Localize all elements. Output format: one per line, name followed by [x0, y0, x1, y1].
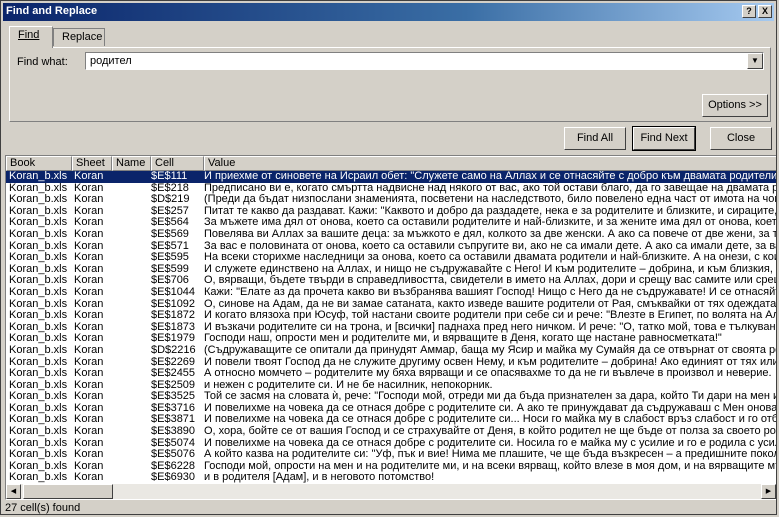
row-cell: $E$2455	[151, 367, 196, 380]
results-header: Book Sheet Name Cell Value	[6, 156, 776, 171]
column-header-label: Book	[10, 157, 36, 169]
row-value: О, хора, бойте се от вашия Господ и се с…	[204, 425, 776, 438]
options-button-label: Options >>	[708, 99, 762, 111]
table-row[interactable]: Koran_b.xls Koran $E$1044 Кажи: "Елате аз д…	[6, 285, 776, 299]
row-value: И приехме от синовете на Исраил обет: "С…	[204, 171, 776, 182]
tab-replace[interactable]: Replace	[53, 28, 105, 46]
row-book: Koran_b.xls	[9, 343, 68, 356]
horizontal-scroll-thumb[interactable]	[23, 484, 113, 499]
row-value: Кажи: "Елате аз да прочета какво ви възб…	[204, 285, 776, 298]
row-book: Koran_b.xls	[9, 367, 68, 380]
row-value: А относно момчето – родителите му бяха в…	[204, 367, 772, 380]
column-header-label: Value	[208, 157, 236, 169]
tab-replace-label: Replace	[62, 31, 103, 43]
row-sheet: Koran	[74, 343, 104, 356]
dialog-title: Find and Replace	[6, 5, 98, 17]
row-cell: $E$3890	[151, 425, 196, 438]
row-cell: $E$111	[151, 171, 188, 182]
column-header-sheet[interactable]: Sheet	[72, 156, 112, 171]
row-value: и в родителя [Адам], и в неговото потомс…	[204, 471, 435, 483]
column-header-label: Sheet	[76, 157, 105, 169]
row-sheet: Koran	[74, 285, 104, 298]
row-book: Koran_b.xls	[9, 285, 68, 298]
row-sheet: Koran	[74, 227, 104, 240]
find-replace-dialog: Find and Replace ? X Find Replace Find w…	[0, 0, 777, 515]
find-panel: Find what: родител ▼ Options >>	[9, 47, 771, 122]
row-book: Koran_b.xls	[9, 227, 68, 240]
row-book: Koran_b.xls	[9, 471, 68, 483]
scroll-right-button[interactable]: ▶	[761, 484, 776, 499]
table-row[interactable]: Koran_b.xls Koran $E$2455 А относно момчето…	[6, 367, 776, 380]
table-row[interactable]: Koran_b.xls Koran $D$2216 (Съдружаващите се…	[6, 343, 776, 357]
row-sheet: Koran	[74, 251, 104, 264]
help-button[interactable]: ?	[742, 5, 756, 18]
row-book: Koran_b.xls	[9, 309, 68, 322]
row-cell: $E$1044	[151, 285, 196, 298]
row-value: На всеки сторихме наследници за онова, к…	[204, 251, 776, 264]
row-value: Повелява ви Аллах за вашите деца: за мъж…	[204, 227, 776, 240]
row-cell: $E$569	[151, 227, 189, 240]
row-cell: $E$1872	[151, 309, 196, 322]
close-button[interactable]: Close	[710, 127, 772, 150]
row-value: И когато влязоха при Юсуф, той настани с…	[204, 309, 776, 322]
row-cell: $E$6930	[151, 471, 196, 483]
close-label: Close	[726, 132, 756, 144]
chevron-right-icon: ▶	[765, 488, 772, 495]
find-all-button[interactable]: Find All	[564, 127, 626, 150]
column-header-label: Name	[116, 157, 146, 169]
column-header-book[interactable]: Book	[6, 156, 72, 171]
table-row[interactable]: Koran_b.xls Koran $E$111 И приехме от синов…	[6, 171, 776, 183]
table-row[interactable]: Koran_b.xls Koran $E$595 На всеки сторихме …	[6, 252, 776, 264]
column-header-name[interactable]: Name	[112, 156, 151, 171]
row-cell: $D$2216	[151, 343, 196, 356]
row-value: (Съдружаващите се опитали да принудят Ам…	[204, 343, 776, 356]
tab-find-label: Find	[18, 29, 40, 41]
close-window-button[interactable]: X	[758, 5, 772, 18]
row-cell: $E$595	[151, 251, 189, 264]
row-book: Koran_b.xls	[9, 251, 68, 264]
help-icon: ?	[746, 6, 752, 16]
title-bar[interactable]: Find and Replace ? X	[3, 3, 774, 21]
column-header-cell[interactable]: Cell	[151, 156, 204, 171]
row-sheet: Koran	[74, 171, 104, 182]
row-sheet: Koran	[74, 309, 104, 322]
column-header-label: Cell	[155, 157, 174, 169]
table-row[interactable]: Koran_b.xls Koran $E$569 Повелява ви Аллах …	[6, 227, 776, 241]
status-text: 27 cell(s) found	[5, 502, 81, 514]
find-all-label: Find All	[576, 132, 614, 144]
find-next-label: Find Next	[640, 132, 688, 144]
find-next-button[interactable]: Find Next	[632, 126, 696, 151]
table-row[interactable]: Koran_b.xls Koran $E$6930 и в родителя [Ада…	[6, 472, 776, 483]
find-what-label: Find what:	[17, 56, 68, 68]
row-book: Koran_b.xls	[9, 171, 68, 182]
tab-find[interactable]: Find	[9, 26, 53, 48]
find-what-dropdown-button[interactable]: ▼	[747, 53, 763, 69]
results-list[interactable]: Book Sheet Name Cell Value Koran_b.xls Ko…	[5, 155, 776, 500]
find-what-combobox[interactable]: родител ▼	[85, 52, 764, 70]
close-icon: X	[761, 6, 768, 16]
table-row[interactable]: Koran_b.xls Koran $E$3890 О, хора, бойте се…	[6, 425, 776, 438]
row-sheet: Koran	[74, 367, 104, 380]
options-button[interactable]: Options >>	[702, 94, 768, 117]
table-row[interactable]: Koran_b.xls Koran $E$1872 И когато влязоха …	[6, 310, 776, 322]
row-sheet: Koran	[74, 425, 104, 438]
results-rows: Koran_b.xls Koran $E$111 И приехме от синов…	[6, 171, 776, 483]
column-header-value[interactable]: Value	[204, 156, 776, 171]
horizontal-scrollbar[interactable]: ◀ ▶	[6, 484, 776, 499]
scroll-left-button[interactable]: ◀	[6, 484, 21, 499]
chevron-left-icon: ◀	[10, 488, 17, 495]
row-book: Koran_b.xls	[9, 425, 68, 438]
find-what-value[interactable]: родител	[90, 55, 132, 67]
chevron-down-icon: ▼	[751, 56, 759, 65]
row-sheet: Koran	[74, 471, 104, 483]
